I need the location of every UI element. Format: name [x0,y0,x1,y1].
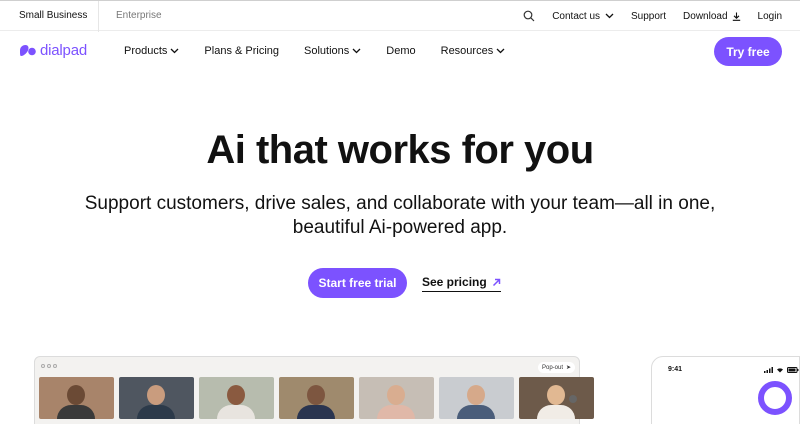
search-icon[interactable] [523,10,535,22]
nav-item-label: Resources [440,45,494,57]
support-link[interactable]: Support [631,11,666,22]
login-link[interactable]: Login [758,11,782,22]
phone-status-icons [764,367,799,373]
battery-icon [787,367,799,373]
nav-item-solutions[interactable]: Solutions [304,45,361,57]
contact-us-link[interactable]: Contact us [552,11,614,22]
nav-item-demo[interactable]: Demo [386,45,415,57]
nav-item-resources[interactable]: Resources [441,45,506,57]
brand-name: dialpad [40,42,87,59]
hero-subtitle: Support customers, drive sales, and coll… [84,193,716,238]
chevron-down-icon [605,13,614,19]
wifi-icon [777,368,783,373]
contact-us-label: Contact us [552,10,601,22]
hero-title: Ai that works for you [206,128,594,172]
dialpad-logo-icon [20,45,36,56]
segment-divider [98,1,99,32]
chevron-down-icon [496,48,505,54]
video-tile [359,377,434,419]
start-free-trial-button[interactable]: Start free trial [308,268,407,298]
video-tile [279,377,354,419]
see-pricing-link[interactable]: See pricing [422,275,501,292]
video-tile [519,377,594,419]
video-tile [439,377,514,419]
signal-icon [764,367,773,373]
popout-label: Pop-out [542,364,564,371]
try-free-button[interactable]: Try free [714,37,782,66]
video-tile [119,377,194,419]
nav-item-label: Products [124,45,168,57]
dialpad-fab-button[interactable] [758,381,792,415]
download-label: Download [683,10,728,22]
arrow-up-right-icon [492,278,500,286]
nav-menu: Products Plans & Pricing Solutions Demo … [124,45,530,57]
window-controls [41,364,59,368]
more-tiles-indicator[interactable] [569,395,577,403]
nav-item-products[interactable]: Products [124,45,179,57]
nav-item-label: Solutions [304,45,350,57]
see-pricing-label: See pricing [422,275,487,289]
nav-item-label: Plans & Pricing [204,45,280,57]
download-link[interactable]: Download [683,11,740,22]
top-utility-bar: Small Business Enterprise Contact us Sup… [0,0,800,32]
video-tile [199,377,274,419]
popout-button[interactable]: Pop-out ➤ [538,362,576,373]
nav-item-plans-pricing[interactable]: Plans & Pricing [204,45,279,57]
segment-enterprise[interactable]: Enterprise [116,10,162,21]
segment-small-business[interactable]: Small Business [19,10,87,21]
chevron-down-icon [170,48,179,54]
utility-links: Contact us Support Download Login [506,10,782,22]
nav-item-label: Demo [386,45,416,57]
desktop-app-preview: Pop-out ➤ [34,356,594,424]
video-tiles [39,377,599,419]
chevron-down-icon [352,48,361,54]
main-navigation: dialpad Products Plans & Pricing Solutio… [0,31,800,71]
brand-logo[interactable]: dialpad [19,42,87,59]
mobile-app-preview: 9:41 [651,356,800,424]
download-icon [732,12,740,21]
popout-arrow-icon: ➤ [566,365,572,371]
video-tile [39,377,114,419]
phone-clock: 9:41 [668,366,683,373]
